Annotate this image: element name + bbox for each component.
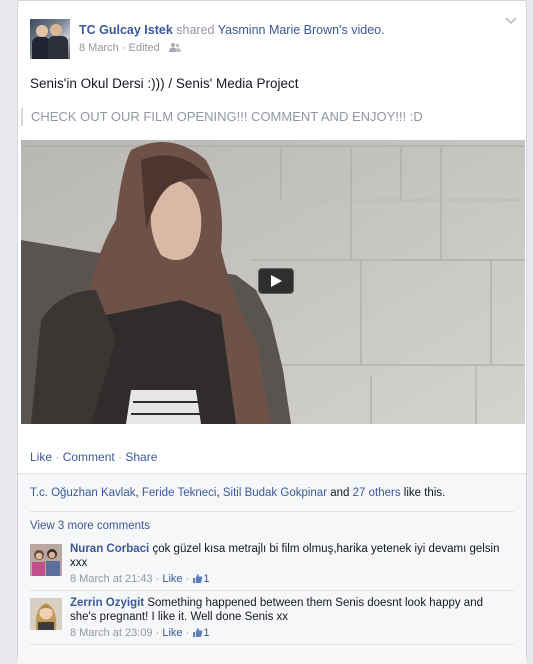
play-button[interactable] [258, 268, 294, 294]
video-player[interactable] [21, 140, 525, 424]
comment-like-count[interactable]: 1 [203, 573, 209, 585]
action-separator: · [52, 450, 63, 464]
commenter-name-link[interactable]: Nuran Corbaci [70, 543, 149, 555]
liker-link[interactable]: Sitil Budak Gokpinar [223, 487, 327, 499]
like-link[interactable]: Like [30, 450, 52, 464]
liker-link[interactable]: T.c. Oğuzhan Kavlak [30, 487, 135, 499]
share-link[interactable]: Share [125, 450, 157, 464]
post-meta: 8 March · Edited [79, 42, 181, 54]
comment-meta: 8 March at 23:09 · Like · 1 [70, 626, 510, 640]
post-card: TC Gulcay Istek shared Yasminn Marie Bro… [17, 0, 527, 664]
thumbs-up-icon[interactable] [192, 627, 203, 638]
comment-link[interactable]: Comment [63, 450, 115, 464]
commenter-avatar[interactable] [30, 598, 62, 630]
comment-time-link[interactable]: 8 March at 21:43 [70, 573, 153, 585]
shared-label: shared [176, 23, 215, 37]
comment-meta: 8 March at 21:43 · Like · 1 [70, 572, 510, 586]
likes-and: and [327, 487, 353, 499]
author-avatar[interactable] [30, 19, 70, 59]
author-name-link[interactable]: TC Gulcay Istek [79, 23, 173, 37]
action-separator: · [114, 450, 126, 464]
comment-like-count[interactable]: 1 [203, 627, 209, 639]
comment-like-link[interactable]: Like [162, 573, 182, 585]
divider [30, 644, 514, 645]
commenter-name-link[interactable]: Zerrin Ozyigit [70, 597, 144, 609]
likes-sentence: T.c. Oğuzhan Kavlak, Feride Tekneci, Sit… [30, 487, 445, 499]
comment-meta-separator: · [152, 573, 163, 585]
play-icon [271, 275, 282, 287]
shared-video-link[interactable]: 's video. [339, 23, 384, 37]
chevron-down-icon[interactable] [503, 15, 519, 27]
comment-meta-separator: · [182, 573, 193, 585]
comment-body: Nuran Corbaci çok güzel kısa metrajlı bi… [70, 542, 510, 586]
meta-separator: · [121, 42, 126, 54]
commenter-avatar[interactable] [30, 544, 62, 576]
divider [30, 590, 514, 591]
friends-audience-icon[interactable] [168, 42, 181, 53]
comment-meta-separator: · [182, 627, 193, 639]
edited-label[interactable]: Edited [129, 42, 160, 54]
shared-owner-link[interactable]: Yasminn Marie Brown [218, 23, 339, 37]
post-text: Senis'in Okul Dersi :))) / Senis' Media … [30, 76, 299, 91]
post-header: TC Gulcay Istek shared Yasminn Marie Bro… [79, 23, 385, 37]
liker-link[interactable]: Feride Tekneci [142, 487, 217, 499]
comment-body: Zerrin Ozyigit Something happened betwee… [70, 596, 510, 640]
comment-like-link[interactable]: Like [162, 627, 182, 639]
divider [30, 511, 514, 512]
others-link[interactable]: 27 others [353, 487, 401, 499]
video-description-quote: CHECK OUT OUR FILM OPENING!!! COMMENT AN… [21, 108, 423, 126]
comment-time-link[interactable]: 8 March at 23:09 [70, 627, 153, 639]
feedback-section: T.c. Oğuzhan Kavlak, Feride Tekneci, Sit… [18, 473, 526, 664]
likes-suffix: like this. [400, 487, 446, 499]
comment-meta-separator: · [152, 627, 163, 639]
post-date-link[interactable]: 8 March [79, 42, 119, 54]
post-actions: Like · Comment · Share [30, 450, 157, 464]
thumbs-up-icon[interactable] [192, 573, 203, 584]
view-more-comments-link[interactable]: View 3 more comments [30, 520, 150, 532]
